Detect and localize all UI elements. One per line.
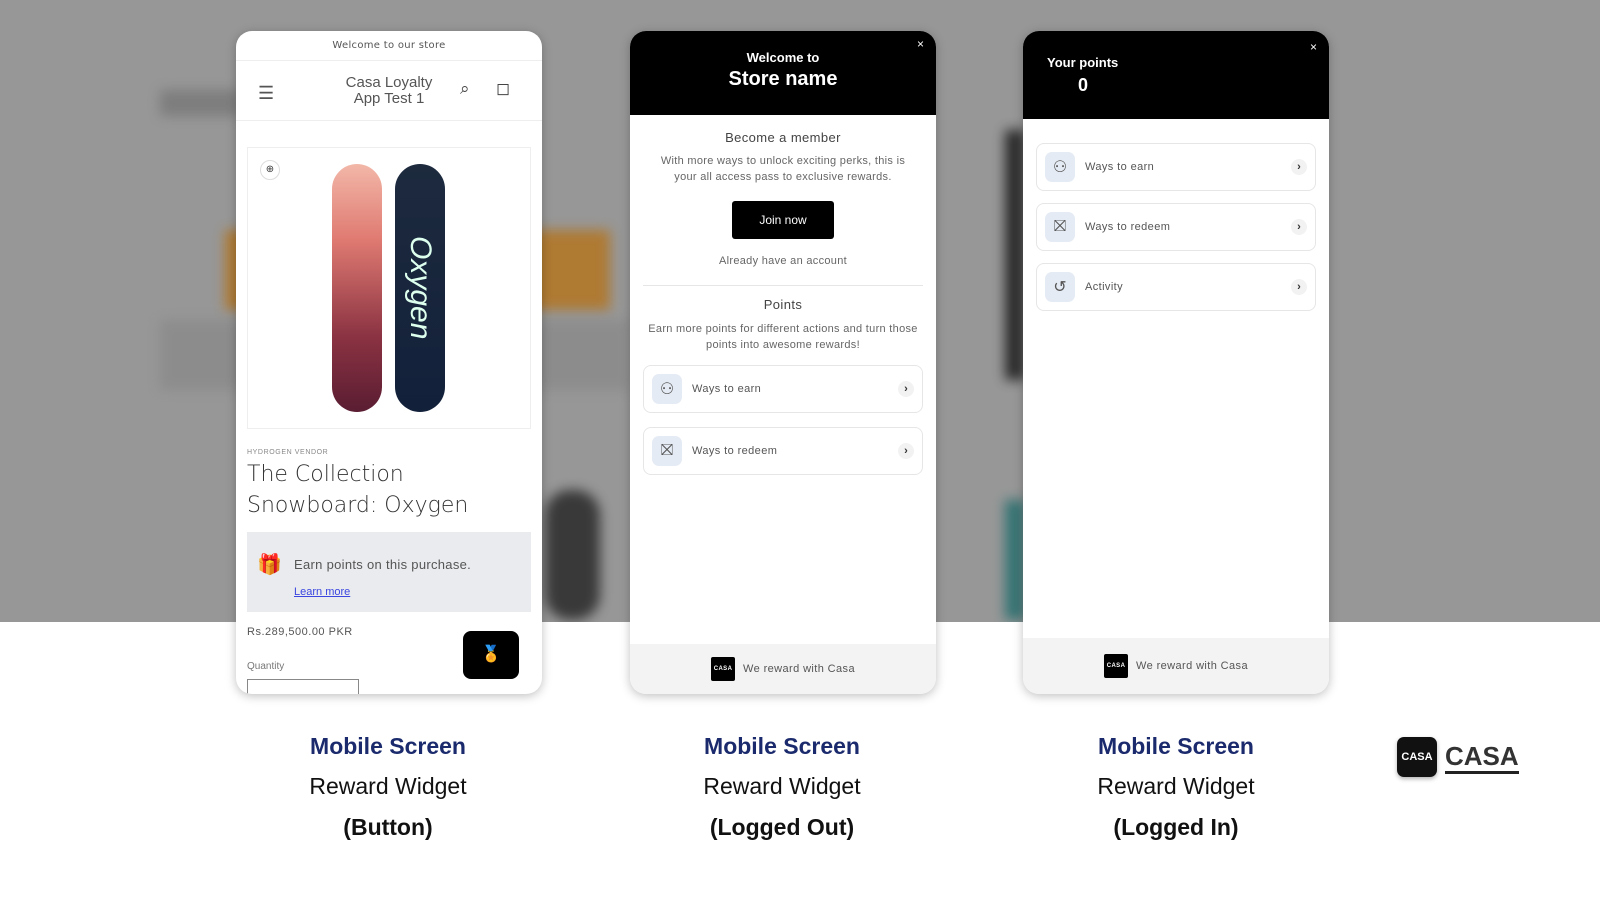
caption-logged-out: Mobile Screen Reward Widget (Logged Out) — [632, 733, 932, 841]
widget-header: × Welcome to Store name — [630, 31, 936, 115]
store-product-screen: Welcome to our store ☰ Casa Loyalty App T… — [236, 31, 542, 694]
ways-to-earn-row[interactable]: ⚇ Ways to earn › — [1036, 143, 1316, 191]
points-label: Your points — [1047, 55, 1119, 70]
chevron-right-icon: › — [1291, 219, 1307, 235]
row-label: Ways to earn — [692, 383, 762, 395]
caption-title: Mobile Screen — [310, 733, 466, 759]
chevron-right-icon: › — [1291, 279, 1307, 295]
snowboard-pink — [332, 164, 382, 412]
hand-coins-icon: ⚇ — [1045, 152, 1075, 182]
row-label: Ways to earn — [1085, 161, 1155, 173]
welcome-text: Welcome to — [746, 50, 820, 65]
history-icon: ↺ — [1045, 272, 1075, 302]
reward-widget-button[interactable]: 🏅 — [463, 631, 519, 679]
zoom-icon[interactable]: ⊕ — [260, 160, 280, 180]
chevron-right-icon: › — [1291, 159, 1307, 175]
casa-logo-icon: CASA — [711, 657, 736, 681]
caption-variant: (Logged In) — [1113, 814, 1239, 840]
casa-logo-icon: CASA — [1104, 654, 1129, 678]
caption-subtitle: Reward Widget — [309, 773, 467, 799]
join-now-button[interactable]: Join now — [732, 201, 834, 239]
casa-wordmark: CASA — [1445, 741, 1519, 774]
snowboard-oxygen: Oxygen — [395, 164, 445, 412]
search-icon[interactable]: ⌕ — [460, 79, 470, 99]
close-icon[interactable]: × — [1310, 40, 1317, 54]
store-header: ☰ Casa Loyalty App Test 1 ⌕ ◻ — [236, 61, 542, 121]
caption-variant: (Logged Out) — [709, 814, 855, 840]
caption-button: Mobile Screen Reward Widget (Button) — [238, 733, 538, 841]
hand-coins-icon: ⚇ — [652, 374, 682, 404]
points-title: Points — [763, 297, 803, 312]
caption-title: Mobile Screen — [1098, 733, 1254, 759]
learn-more-link[interactable]: Learn more — [294, 586, 350, 598]
member-description: With more ways to unlock exciting perks,… — [660, 155, 906, 183]
row-label: Activity — [1085, 281, 1124, 293]
product-price: Rs.289,500.00 PKR — [247, 626, 353, 638]
sign-in-link[interactable]: Already have an account — [630, 255, 936, 267]
gift-icon: 🎁 — [257, 554, 282, 576]
close-icon[interactable]: × — [917, 37, 924, 51]
caption-subtitle: Reward Widget — [703, 773, 861, 799]
quantity-stepper[interactable] — [247, 679, 359, 694]
widget-header: × Your points 0 — [1023, 31, 1329, 119]
gift-icon: ⛝ — [1045, 212, 1075, 242]
gift-icon: ⛝ — [652, 436, 682, 466]
row-label: Ways to redeem — [1085, 221, 1171, 233]
reward-widget-logged-in: × Your points 0 ⚇ Ways to earn › ⛝ Ways to … — [1023, 31, 1329, 694]
divider — [643, 285, 923, 286]
vendor-label: HYDROGEN VENDOR — [247, 449, 329, 456]
quantity-label: Quantity — [247, 661, 285, 672]
footer-text: We reward with Casa — [1136, 660, 1248, 672]
caption-subtitle: Reward Widget — [1097, 773, 1255, 799]
ways-to-earn-row[interactable]: ⚇ Ways to earn › — [643, 365, 923, 413]
footer-text: We reward with Casa — [743, 663, 855, 675]
chevron-right-icon: › — [898, 443, 914, 459]
widget-footer: CASA We reward with Casa — [1023, 638, 1329, 694]
points-value: 0 — [1078, 75, 1089, 95]
store-name: Store name — [728, 68, 838, 90]
widget-footer: CASA We reward with Casa — [630, 644, 936, 694]
earn-points-text: Earn points on this purchase. — [294, 557, 472, 572]
casa-logo-mark: CASA — [1397, 737, 1437, 777]
points-description: Earn more points for different actions a… — [648, 323, 918, 351]
caption-title: Mobile Screen — [704, 733, 860, 759]
reward-widget-logged-out: × Welcome to Store name Become a member … — [630, 31, 936, 694]
casa-brand-logo: CASA CASA — [1397, 737, 1519, 777]
member-title: Become a member — [725, 130, 841, 145]
medal-icon: 🏅 — [481, 646, 501, 663]
activity-row[interactable]: ↺ Activity › — [1036, 263, 1316, 311]
earn-points-banner: 🎁 Earn points on this purchase. Learn mo… — [247, 532, 531, 612]
ways-to-redeem-row[interactable]: ⛝ Ways to redeem › — [643, 427, 923, 475]
chevron-right-icon: › — [898, 381, 914, 397]
caption-logged-in: Mobile Screen Reward Widget (Logged In) — [1026, 733, 1326, 841]
ways-to-redeem-row[interactable]: ⛝ Ways to redeem › — [1036, 203, 1316, 251]
product-image[interactable]: ⊕ Oxygen — [247, 147, 531, 429]
row-label: Ways to redeem — [692, 445, 778, 457]
product-title: The Collection Snowboard: Oxygen — [247, 462, 469, 518]
caption-variant: (Button) — [343, 814, 433, 840]
announcement-bar: Welcome to our store — [236, 31, 542, 61]
cart-icon[interactable]: ◻ — [496, 79, 510, 99]
